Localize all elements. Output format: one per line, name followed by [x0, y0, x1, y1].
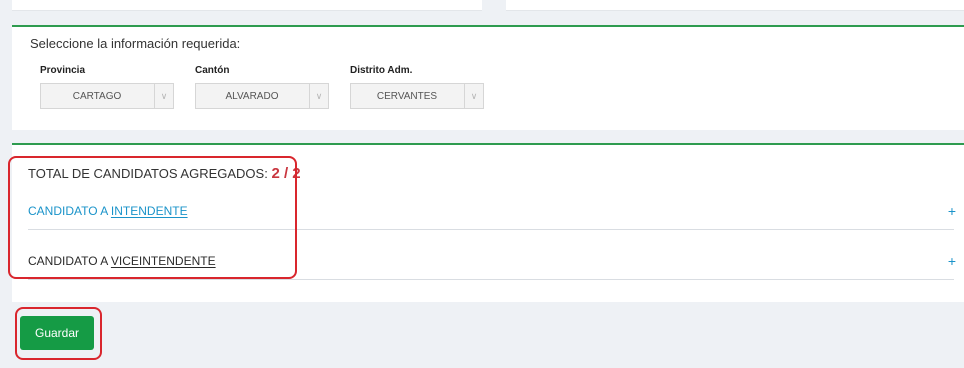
top-card-left [12, 0, 482, 11]
chevron-down-icon: ∨ [309, 84, 328, 108]
candidate-label-intendente[interactable]: CANDIDATO A INTENDENTE [28, 204, 188, 218]
candidate-prefix: CANDIDATO A [28, 204, 111, 218]
district-field: Distrito Adm. CERVANTES ∨ [350, 65, 484, 109]
location-selector-panel: Seleccione la información requerida: Pro… [12, 25, 964, 130]
top-card-right [506, 0, 964, 11]
district-value: CERVANTES [376, 91, 438, 102]
canton-value: ALVARADO [225, 91, 279, 102]
candidate-row-viceintendente[interactable]: CANDIDATO A VICEINTENDENTE + [28, 243, 956, 280]
candidate-label-viceintendente[interactable]: CANDIDATO A VICEINTENDENTE [28, 254, 216, 268]
canton-select[interactable]: ALVARADO ∨ [195, 83, 329, 109]
candidates-total-label: TOTAL DE CANDIDATOS AGREGADOS: [28, 166, 268, 181]
district-select[interactable]: CERVANTES ∨ [350, 83, 484, 109]
candidates-panel: TOTAL DE CANDIDATOS AGREGADOS: 2 / 2 CAN… [12, 143, 964, 302]
canton-label: Cantón [195, 65, 230, 76]
canton-field: Cantón ALVARADO ∨ [195, 65, 329, 109]
province-value: CARTAGO [72, 91, 122, 102]
district-label: Distrito Adm. [350, 65, 413, 76]
selector-title: Seleccione la información requerida: [30, 36, 241, 51]
candidates-total-count: 2 / 2 [271, 165, 301, 182]
province-select[interactable]: CARTAGO ∨ [40, 83, 174, 109]
candidate-role: INTENDENTE [110, 204, 188, 218]
candidate-row-intendente[interactable]: CANDIDATO A INTENDENTE + [28, 193, 956, 230]
expand-icon[interactable]: + [948, 253, 956, 269]
candidate-prefix: CANDIDATO A [28, 254, 111, 268]
chevron-down-icon: ∨ [464, 84, 483, 108]
expand-icon[interactable]: + [948, 203, 956, 219]
save-button[interactable]: Guardar [20, 316, 94, 350]
province-field: Provincia CARTAGO ∨ [40, 65, 174, 109]
candidate-role: VICEINTENDENTE [110, 254, 216, 268]
candidates-total: TOTAL DE CANDIDATOS AGREGADOS: 2 / 2 [28, 165, 301, 182]
province-label: Provincia [40, 65, 86, 76]
chevron-down-icon: ∨ [154, 84, 173, 108]
